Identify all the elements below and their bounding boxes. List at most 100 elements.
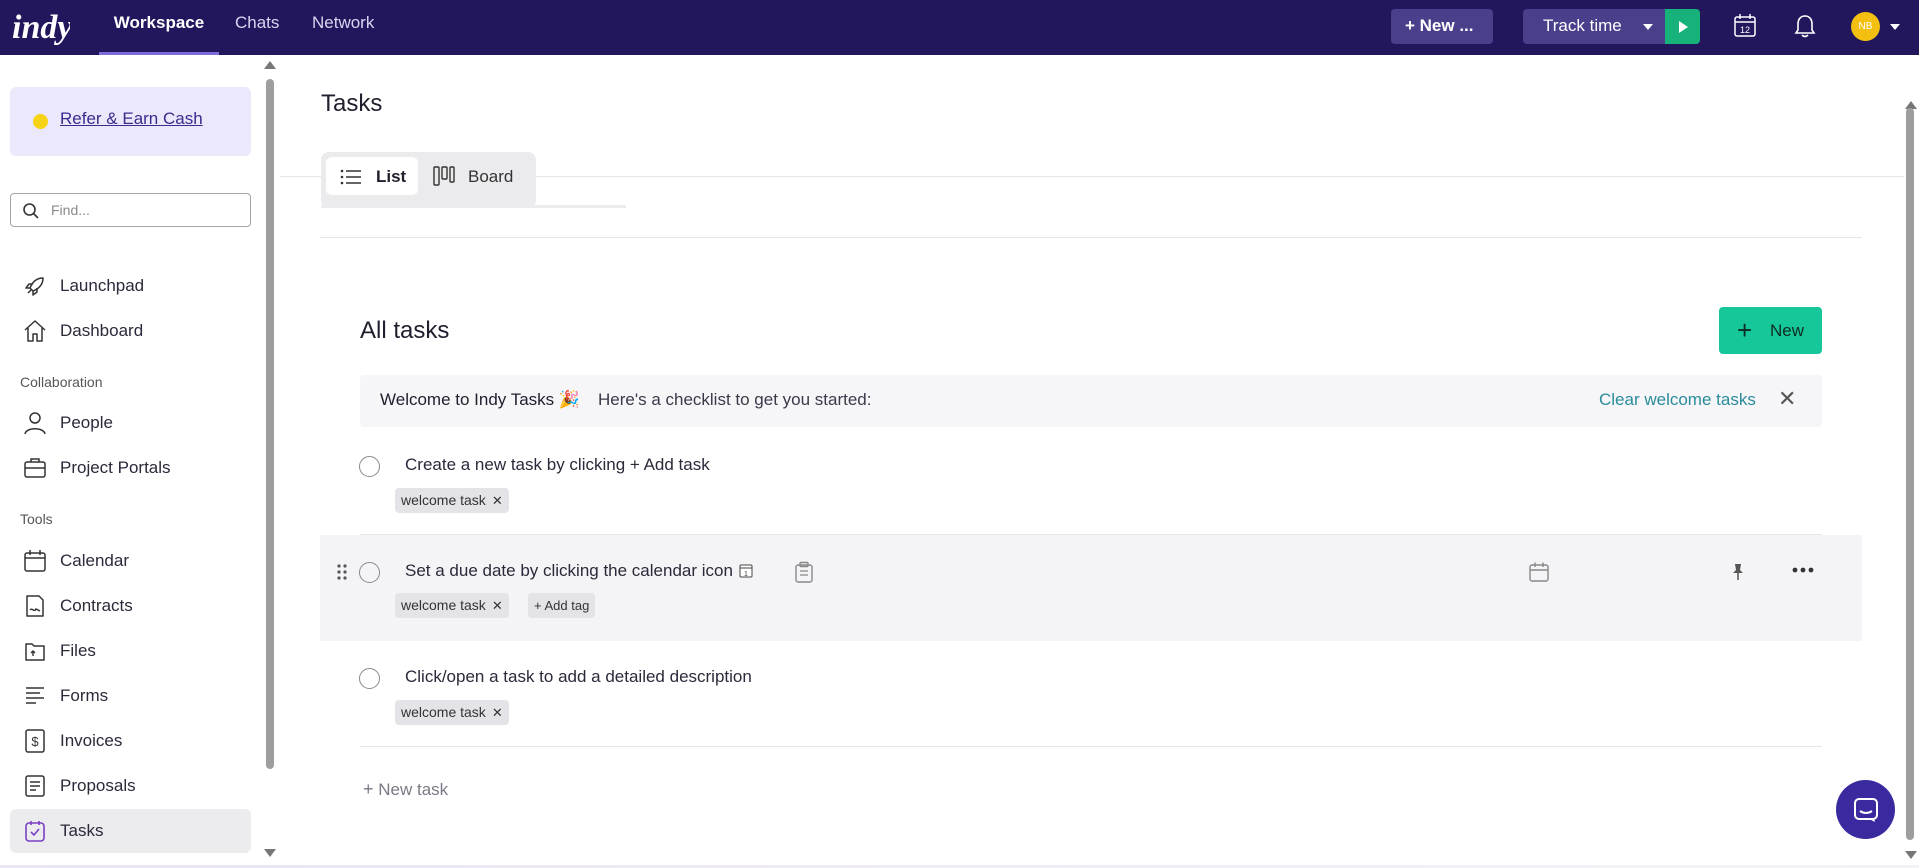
view-board-button[interactable]: Board	[431, 157, 531, 195]
card-title: All tasks	[360, 317, 450, 344]
view-list-button[interactable]: List	[326, 157, 418, 195]
main-scrollbar[interactable]	[1906, 108, 1914, 840]
svg-text:$: $	[31, 734, 39, 749]
new-item-button[interactable]: + New ...	[1391, 9, 1493, 44]
sidebar-item-label: Contracts	[60, 596, 133, 615]
sidebar-item-invoices[interactable]: $ Invoices	[10, 719, 251, 763]
sidebar-item-proposals[interactable]: Proposals	[10, 764, 251, 808]
sidebar-item-project-portals[interactable]: Project Portals	[10, 446, 251, 490]
close-icon[interactable]: ✕	[1778, 386, 1796, 412]
sidebar-item-launchpad[interactable]: Launchpad	[10, 264, 251, 308]
clipboard-icon[interactable]	[794, 561, 814, 583]
new-task-button[interactable]: + New	[1719, 307, 1822, 354]
chat-icon	[1854, 798, 1878, 822]
sidebar-item-label: Project Portals	[60, 458, 171, 477]
form-icon	[26, 687, 44, 704]
briefcase-icon	[24, 458, 46, 478]
task-title[interactable]: Create a new task by clicking + Add task	[405, 455, 710, 475]
task-checkbox[interactable]	[359, 456, 380, 477]
home-icon	[24, 320, 46, 342]
tab-workspace[interactable]: Workspace	[99, 0, 219, 55]
new-task-inline-button[interactable]: + New task	[363, 779, 448, 800]
invoice-icon: $	[25, 729, 45, 753]
search-input[interactable]	[49, 200, 239, 220]
sidebar-item-calendar[interactable]: Calendar	[10, 539, 251, 583]
view-toggle: List Board	[321, 152, 536, 208]
due-date-calendar-icon[interactable]	[1528, 561, 1550, 583]
welcome-title: Welcome to Indy Tasks 🎉	[380, 390, 581, 409]
tab-chats[interactable]: Chats	[235, 0, 279, 55]
tag-label: welcome task	[401, 704, 486, 720]
task-row[interactable]: Create a new task by clicking + Add task…	[320, 429, 1862, 535]
plus-icon: +	[1737, 315, 1753, 345]
track-time-label: Track time	[1543, 16, 1622, 35]
tag-chip[interactable]: welcome task ✕	[395, 488, 509, 513]
avatar[interactable]: NB	[1851, 12, 1880, 41]
track-time-button[interactable]: Track time	[1523, 9, 1665, 44]
drag-handle-icon[interactable]	[336, 563, 348, 581]
sidebar-item-label: Files	[60, 641, 96, 660]
welcome-subtitle: Here's a checklist to get you started:	[598, 390, 872, 409]
sidebar-item-label: Calendar	[60, 551, 129, 570]
search-icon	[23, 203, 39, 219]
coin-icon	[33, 114, 48, 129]
toggle-underline	[321, 205, 626, 208]
remove-tag-icon[interactable]: ✕	[492, 493, 503, 508]
svg-text:12: 12	[1740, 25, 1750, 35]
scroll-down-arrow-icon[interactable]	[1904, 850, 1918, 860]
proposal-icon	[25, 775, 45, 797]
remove-tag-icon[interactable]: ✕	[492, 598, 503, 613]
clear-welcome-tasks-link[interactable]: Clear welcome tasks	[1599, 390, 1756, 410]
svg-text:1: 1	[744, 571, 748, 578]
sidebar-item-label: Tasks	[60, 821, 104, 840]
task-title[interactable]: Set a due date by clicking the calendar …	[405, 561, 753, 581]
chat-launcher-button[interactable]	[1836, 780, 1895, 839]
sidebar-item-dashboard[interactable]: Dashboard	[10, 309, 251, 353]
start-timer-button[interactable]	[1665, 9, 1700, 44]
remove-tag-icon[interactable]: ✕	[492, 705, 503, 720]
sidebar-item-files[interactable]: Files	[10, 629, 251, 673]
scroll-up-arrow-icon[interactable]	[263, 60, 277, 70]
pin-icon[interactable]	[1728, 562, 1748, 582]
task-checkbox[interactable]	[359, 668, 380, 689]
chevron-down-icon[interactable]	[1890, 24, 1900, 30]
file-icon	[25, 643, 45, 661]
sidebar-item-contracts[interactable]: Contracts	[10, 584, 251, 628]
tag-label: welcome task	[401, 492, 486, 508]
sidebar-item-people[interactable]: People	[10, 401, 251, 445]
tag-label: welcome task	[401, 597, 486, 613]
svg-text:indy: indy	[12, 9, 70, 46]
calendar-icon	[24, 550, 46, 572]
sidebar-item-label: Dashboard	[60, 321, 144, 340]
tab-network[interactable]: Network	[312, 0, 374, 55]
divider	[360, 746, 1822, 747]
indy-logo[interactable]: indy	[10, 4, 70, 48]
rocket-icon	[25, 277, 44, 296]
welcome-banner: Welcome to Indy Tasks 🎉 Here's a checkli…	[360, 375, 1822, 427]
task-title[interactable]: Click/open a task to add a detailed desc…	[405, 667, 752, 687]
plus-icon: +	[363, 779, 374, 799]
person-icon	[24, 412, 46, 435]
tasks-icon	[25, 821, 45, 842]
task-row[interactable]: Set a due date by clicking the calendar …	[320, 535, 1862, 641]
new-task-label: New task	[378, 780, 449, 799]
more-options-icon[interactable]	[1792, 566, 1814, 574]
bell-icon[interactable]	[1791, 12, 1819, 40]
chevron-down-icon[interactable]	[1643, 24, 1653, 30]
scroll-down-arrow-icon[interactable]	[263, 848, 277, 858]
task-row[interactable]: Click/open a task to add a detailed desc…	[320, 641, 1862, 747]
sidebar-scrollbar[interactable]	[266, 79, 274, 769]
tag-chip[interactable]: welcome task ✕	[395, 593, 509, 618]
sidebar-item-tasks[interactable]: Tasks	[10, 809, 251, 853]
add-tag-button[interactable]: + Add tag	[528, 593, 596, 618]
calendar-icon[interactable]: 12	[1731, 12, 1759, 40]
refer-earn-banner[interactable]: Refer & Earn Cash	[10, 87, 251, 156]
sidebar-item-forms[interactable]: Forms	[10, 674, 251, 718]
sidebar-item-label: Proposals	[60, 776, 136, 795]
sidebar-item-label: Forms	[60, 686, 109, 705]
refer-earn-link[interactable]: Refer & Earn Cash	[60, 109, 203, 129]
task-checkbox[interactable]	[359, 562, 380, 583]
search-field[interactable]	[10, 193, 251, 227]
tag-chip[interactable]: welcome task ✕	[395, 700, 509, 725]
list-icon	[340, 169, 361, 185]
